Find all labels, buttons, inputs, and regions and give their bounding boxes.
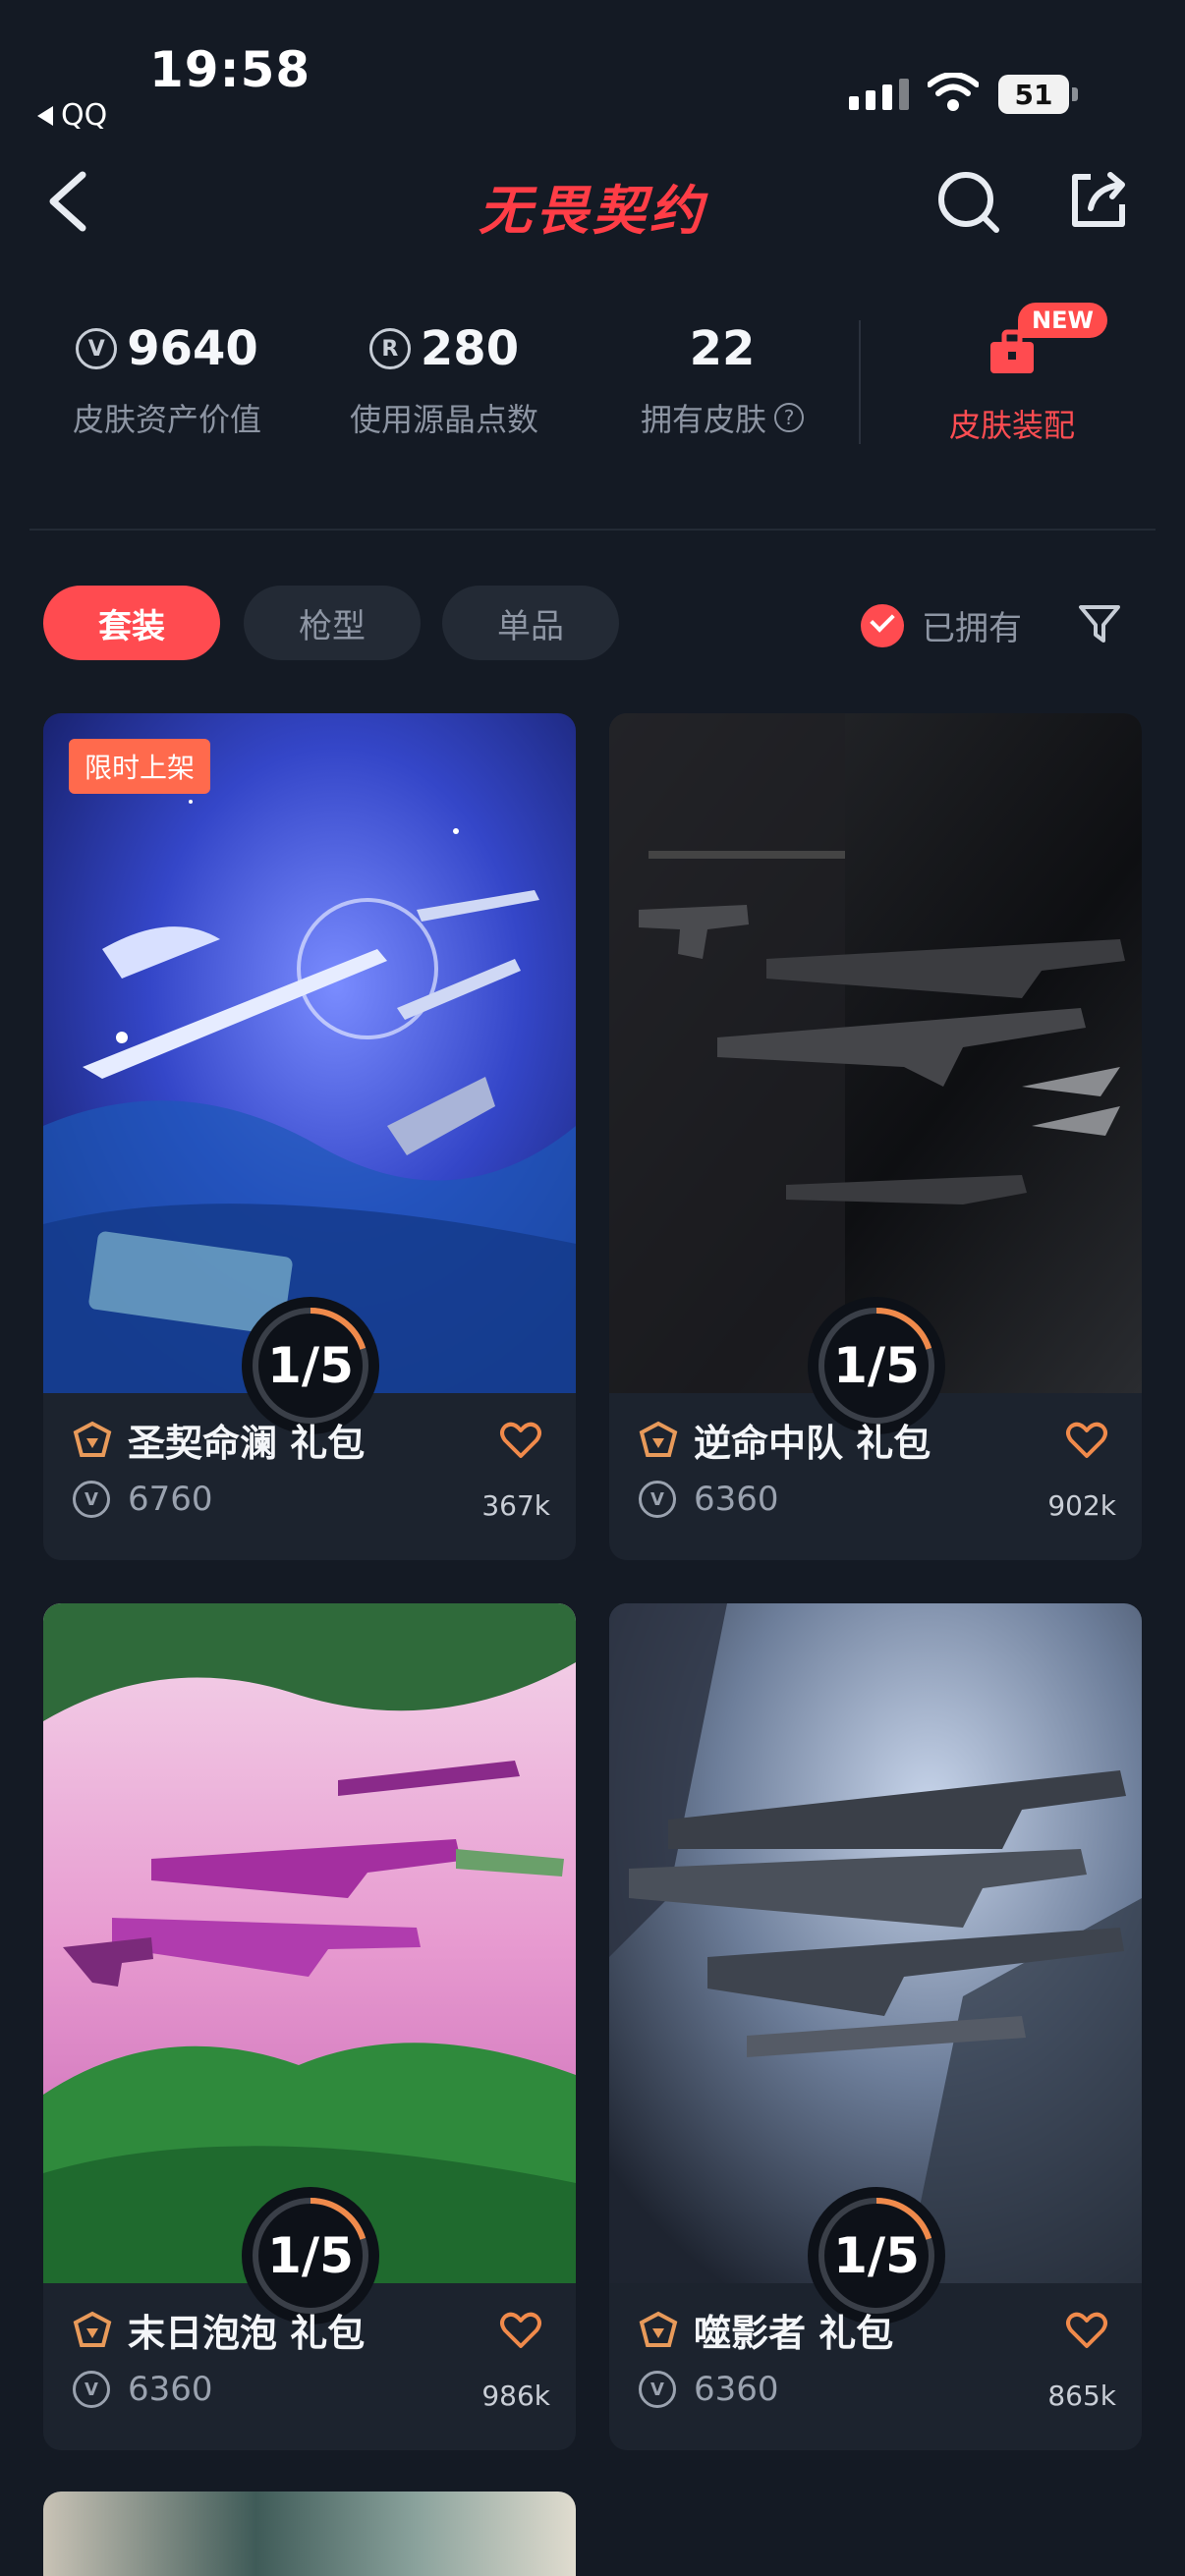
owned-toggle[interactable]: 已拥有 [861,601,1022,649]
rarity-icon [73,1421,112,1457]
bundle-artwork [609,1603,1142,2283]
owned-label: 已拥有 [922,609,1022,648]
vp-coin-icon: V [76,328,118,369]
favorite-heart-icon[interactable] [1065,2311,1108,2350]
vp-coin-icon: V [639,1481,676,1518]
vp-coin-icon: V [73,1481,110,1518]
page-title: 无畏契约 [479,180,706,242]
stat-label: 使用源晶点数 [349,401,538,438]
section-divider [29,529,1156,531]
bundle-artwork [609,713,1142,1393]
stat-radianite: R 280 使用源晶点数 [336,314,552,440]
bundle-card[interactable]: 1/5 逆命中队 礼包 V 6360 902k [609,713,1142,1560]
vp-coin-icon: V [639,2371,676,2408]
radianite-icon: R [368,328,411,369]
bundle-name: 末日泡泡 礼包 [128,2312,366,2355]
app-header: 无畏契约 [0,147,1185,255]
skin-equip-label: 皮肤装配 [948,407,1075,444]
favorite-count: 902k [1047,1489,1116,1522]
bundle-price: 6760 [128,1480,213,1519]
cellular-signal-icon [849,79,909,110]
bundle-name: 逆命中队 礼包 [694,1422,931,1465]
stat-value: 22 [689,321,756,376]
divider [859,320,861,444]
rarity-icon [73,2311,112,2347]
new-badge: NEW [1018,303,1107,338]
status-bar: 19:58 QQ 51 [0,0,1185,138]
stats-panel: V 9640 皮肤资产价值 R 280 使用源晶点数 22 拥有皮肤 ? 皮肤装… [0,314,1185,472]
tab-single-items[interactable]: 单品 [442,586,619,660]
search-button[interactable] [933,167,1004,238]
filter-icon[interactable] [1075,599,1124,648]
checkmark-icon [861,603,904,647]
bundle-name: 圣契命澜 礼包 [128,1422,366,1465]
tab-bundles[interactable]: 套装 [43,586,220,660]
bundle-card[interactable]: 1/5 噬影者 礼包 V 6360 865k [609,1603,1142,2450]
bundle-artwork [43,713,576,1393]
share-button[interactable] [1061,165,1132,236]
battery-icon: 51 [998,75,1078,114]
stat-value: 280 [420,321,520,376]
wifi-icon [928,73,979,111]
stat-value: 9640 [127,321,258,376]
favorite-heart-icon[interactable] [1065,1421,1108,1460]
stat-skin-value: V 9640 皮肤资产价值 [59,314,275,440]
back-arrow-icon [37,105,53,126]
stat-label: 拥有皮肤 [640,401,766,438]
filter-bar: 套装 枪型 单品 已拥有 [0,586,1185,664]
stat-label: 皮肤资产价值 [72,401,261,438]
back-to-app-link[interactable]: QQ [37,98,107,133]
bundle-card-partial[interactable] [43,2492,576,2576]
stat-owned-skins[interactable]: 22 拥有皮肤 ? [619,314,825,440]
limited-time-badge: 限时上架 [69,739,211,794]
tab-weapon-type[interactable]: 枪型 [244,586,421,660]
battery-level: 51 [998,75,1069,114]
bundle-card[interactable]: 限时上架 1/5 圣契命澜 礼包 V 6760 367k [43,713,576,1560]
rarity-icon [639,2311,678,2347]
favorite-heart-icon[interactable] [499,2311,542,2350]
favorite-heart-icon[interactable] [499,1421,542,1460]
status-time: 19:58 [149,41,311,98]
back-app-label: QQ [61,98,108,133]
vp-coin-icon: V [73,2371,110,2408]
bundle-name: 噬影者 礼包 [694,2312,894,2355]
bundle-price: 6360 [694,2370,779,2409]
favorite-count: 986k [481,2380,550,2412]
bundle-price: 6360 [694,1480,779,1519]
rarity-icon [639,1421,678,1457]
favorite-count: 367k [481,1489,550,1522]
bundle-card[interactable]: 1/5 末日泡泡 礼包 V 6360 986k [43,1603,576,2450]
help-icon[interactable]: ? [774,403,804,432]
favorite-count: 865k [1047,2380,1116,2412]
bundle-artwork [43,1603,576,2283]
bundle-price: 6360 [128,2370,213,2409]
